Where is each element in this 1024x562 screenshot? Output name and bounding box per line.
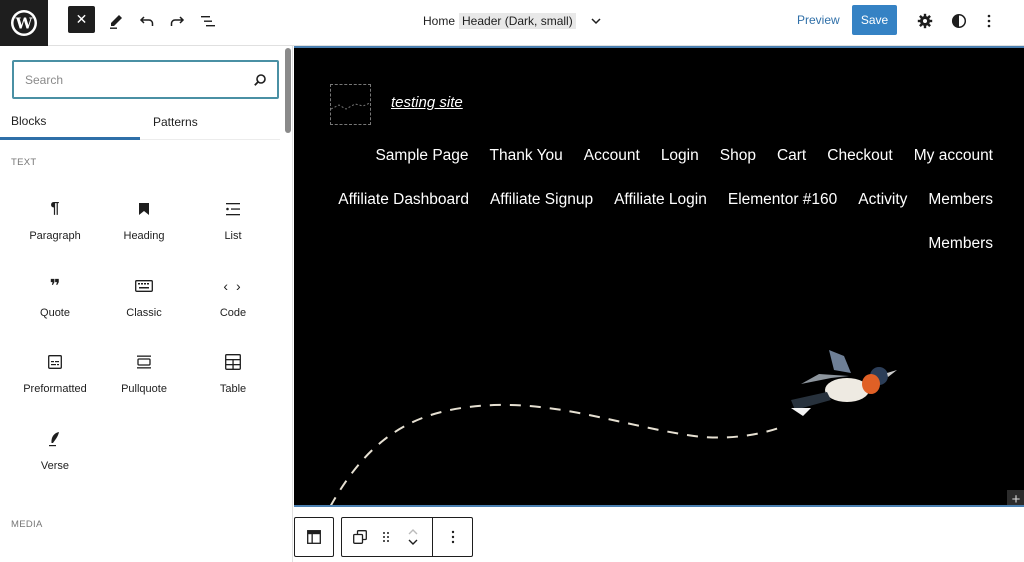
settings-button[interactable]: [911, 7, 939, 35]
close-inserter-button[interactable]: ✕: [68, 6, 95, 33]
inserter-scrollbar[interactable]: [285, 48, 291, 133]
more-vertical-icon: [451, 530, 454, 544]
block-classic[interactable]: Classic: [99, 275, 189, 335]
bookmark-icon: [99, 198, 189, 220]
block-search-input[interactable]: [25, 72, 253, 87]
more-vertical-icon: [987, 14, 991, 28]
svg-text:W: W: [15, 15, 34, 33]
block-preformatted[interactable]: Preformatted: [10, 351, 100, 411]
template-part-icon: [307, 530, 321, 544]
tab-blocks[interactable]: Blocks: [0, 104, 140, 140]
contrast-icon: [951, 13, 967, 29]
plus-icon: +: [1011, 490, 1021, 507]
editor-canvas: testing site Sample Page Thank You Accou…: [292, 46, 1024, 562]
pencil-icon: [110, 15, 122, 29]
preview-button[interactable]: Preview: [797, 13, 840, 27]
block-table[interactable]: Table: [188, 351, 278, 411]
block-label: Preformatted: [23, 383, 87, 395]
drag-handle[interactable]: [378, 518, 394, 556]
tools-button[interactable]: [102, 7, 130, 35]
bird-icon: [791, 350, 897, 416]
document-title-bar[interactable]: Home Header (Dark, small): [423, 13, 602, 29]
template-name: Header (Dark, small): [459, 13, 576, 29]
editor-header: W ✕ Home Header (Dark, small) Preview Sa…: [0, 0, 1024, 46]
block-pullquote[interactable]: Pullquote: [99, 351, 189, 411]
block-options-button[interactable]: [432, 518, 472, 556]
list-icon: [188, 198, 278, 220]
tab-patterns[interactable]: Patterns: [140, 104, 280, 140]
wordpress-logo-button[interactable]: W: [0, 0, 48, 46]
redo-button[interactable]: [163, 7, 191, 35]
select-parent-button[interactable]: [294, 517, 334, 557]
block-label: Heading: [123, 230, 165, 242]
page-name: Home: [423, 14, 456, 28]
preformatted-icon: [10, 351, 100, 373]
section-label-media: MEDIA: [11, 519, 43, 530]
paragraph-icon: ¶: [50, 200, 60, 217]
search-icon[interactable]: [253, 73, 267, 87]
transform-button[interactable]: [342, 518, 378, 556]
close-icon: ✕: [75, 11, 88, 27]
keyboard-icon: [99, 275, 189, 297]
list-view-button[interactable]: [194, 7, 222, 35]
redo-icon: [170, 16, 185, 26]
chevron-down-icon[interactable]: [590, 15, 602, 27]
block-label: Code: [219, 307, 247, 319]
wordpress-icon: W: [11, 10, 37, 36]
quote-icon: ❞: [49, 275, 61, 296]
block-list[interactable]: List: [188, 198, 278, 258]
block-label: Verse: [40, 460, 70, 472]
styles-button[interactable]: [945, 7, 973, 35]
table-icon: [188, 351, 278, 373]
block-heading[interactable]: Heading: [99, 198, 189, 258]
feather-icon: [10, 428, 100, 450]
block-label: List: [224, 230, 242, 242]
block-label: Quote: [40, 307, 70, 319]
block-paragraph[interactable]: ¶ Paragraph: [10, 198, 100, 258]
block-inserter-panel: Blocks Patterns TEXT ¶ Paragraph Heading…: [0, 46, 292, 562]
block-quote[interactable]: ❞ Quote: [10, 275, 100, 335]
section-label-text: TEXT: [11, 157, 37, 168]
list-view-icon: [201, 16, 215, 27]
pullquote-icon: [99, 351, 189, 373]
block-label: Table: [219, 383, 247, 395]
dashed-flight-path: [330, 403, 785, 505]
save-button[interactable]: Save: [852, 5, 897, 35]
inserter-tabs: Blocks Patterns: [0, 104, 280, 140]
undo-icon: [139, 16, 154, 26]
block-label: Classic: [126, 307, 162, 319]
header-template-part[interactable]: testing site Sample Page Thank You Accou…: [294, 46, 1024, 507]
drag-handle-icon: [383, 532, 389, 542]
options-button[interactable]: [975, 7, 1003, 35]
block-search: [12, 60, 279, 99]
bird-illustration: [330, 350, 897, 505]
block-label: Paragraph: [29, 230, 81, 242]
block-label: Pullquote: [121, 383, 167, 395]
code-icon: ‹ ›: [223, 278, 243, 294]
block-toolbar: [341, 517, 473, 557]
block-verse[interactable]: Verse: [10, 428, 100, 488]
chevron-up-icon[interactable]: [407, 527, 419, 537]
add-block-button[interactable]: +: [1007, 490, 1024, 507]
duplicate-icon: [353, 530, 367, 544]
undo-button[interactable]: [133, 7, 161, 35]
block-code[interactable]: ‹ › Code: [188, 275, 278, 335]
gear-icon: [917, 13, 933, 29]
move-buttons: [394, 518, 432, 556]
chevron-down-icon[interactable]: [407, 537, 419, 547]
